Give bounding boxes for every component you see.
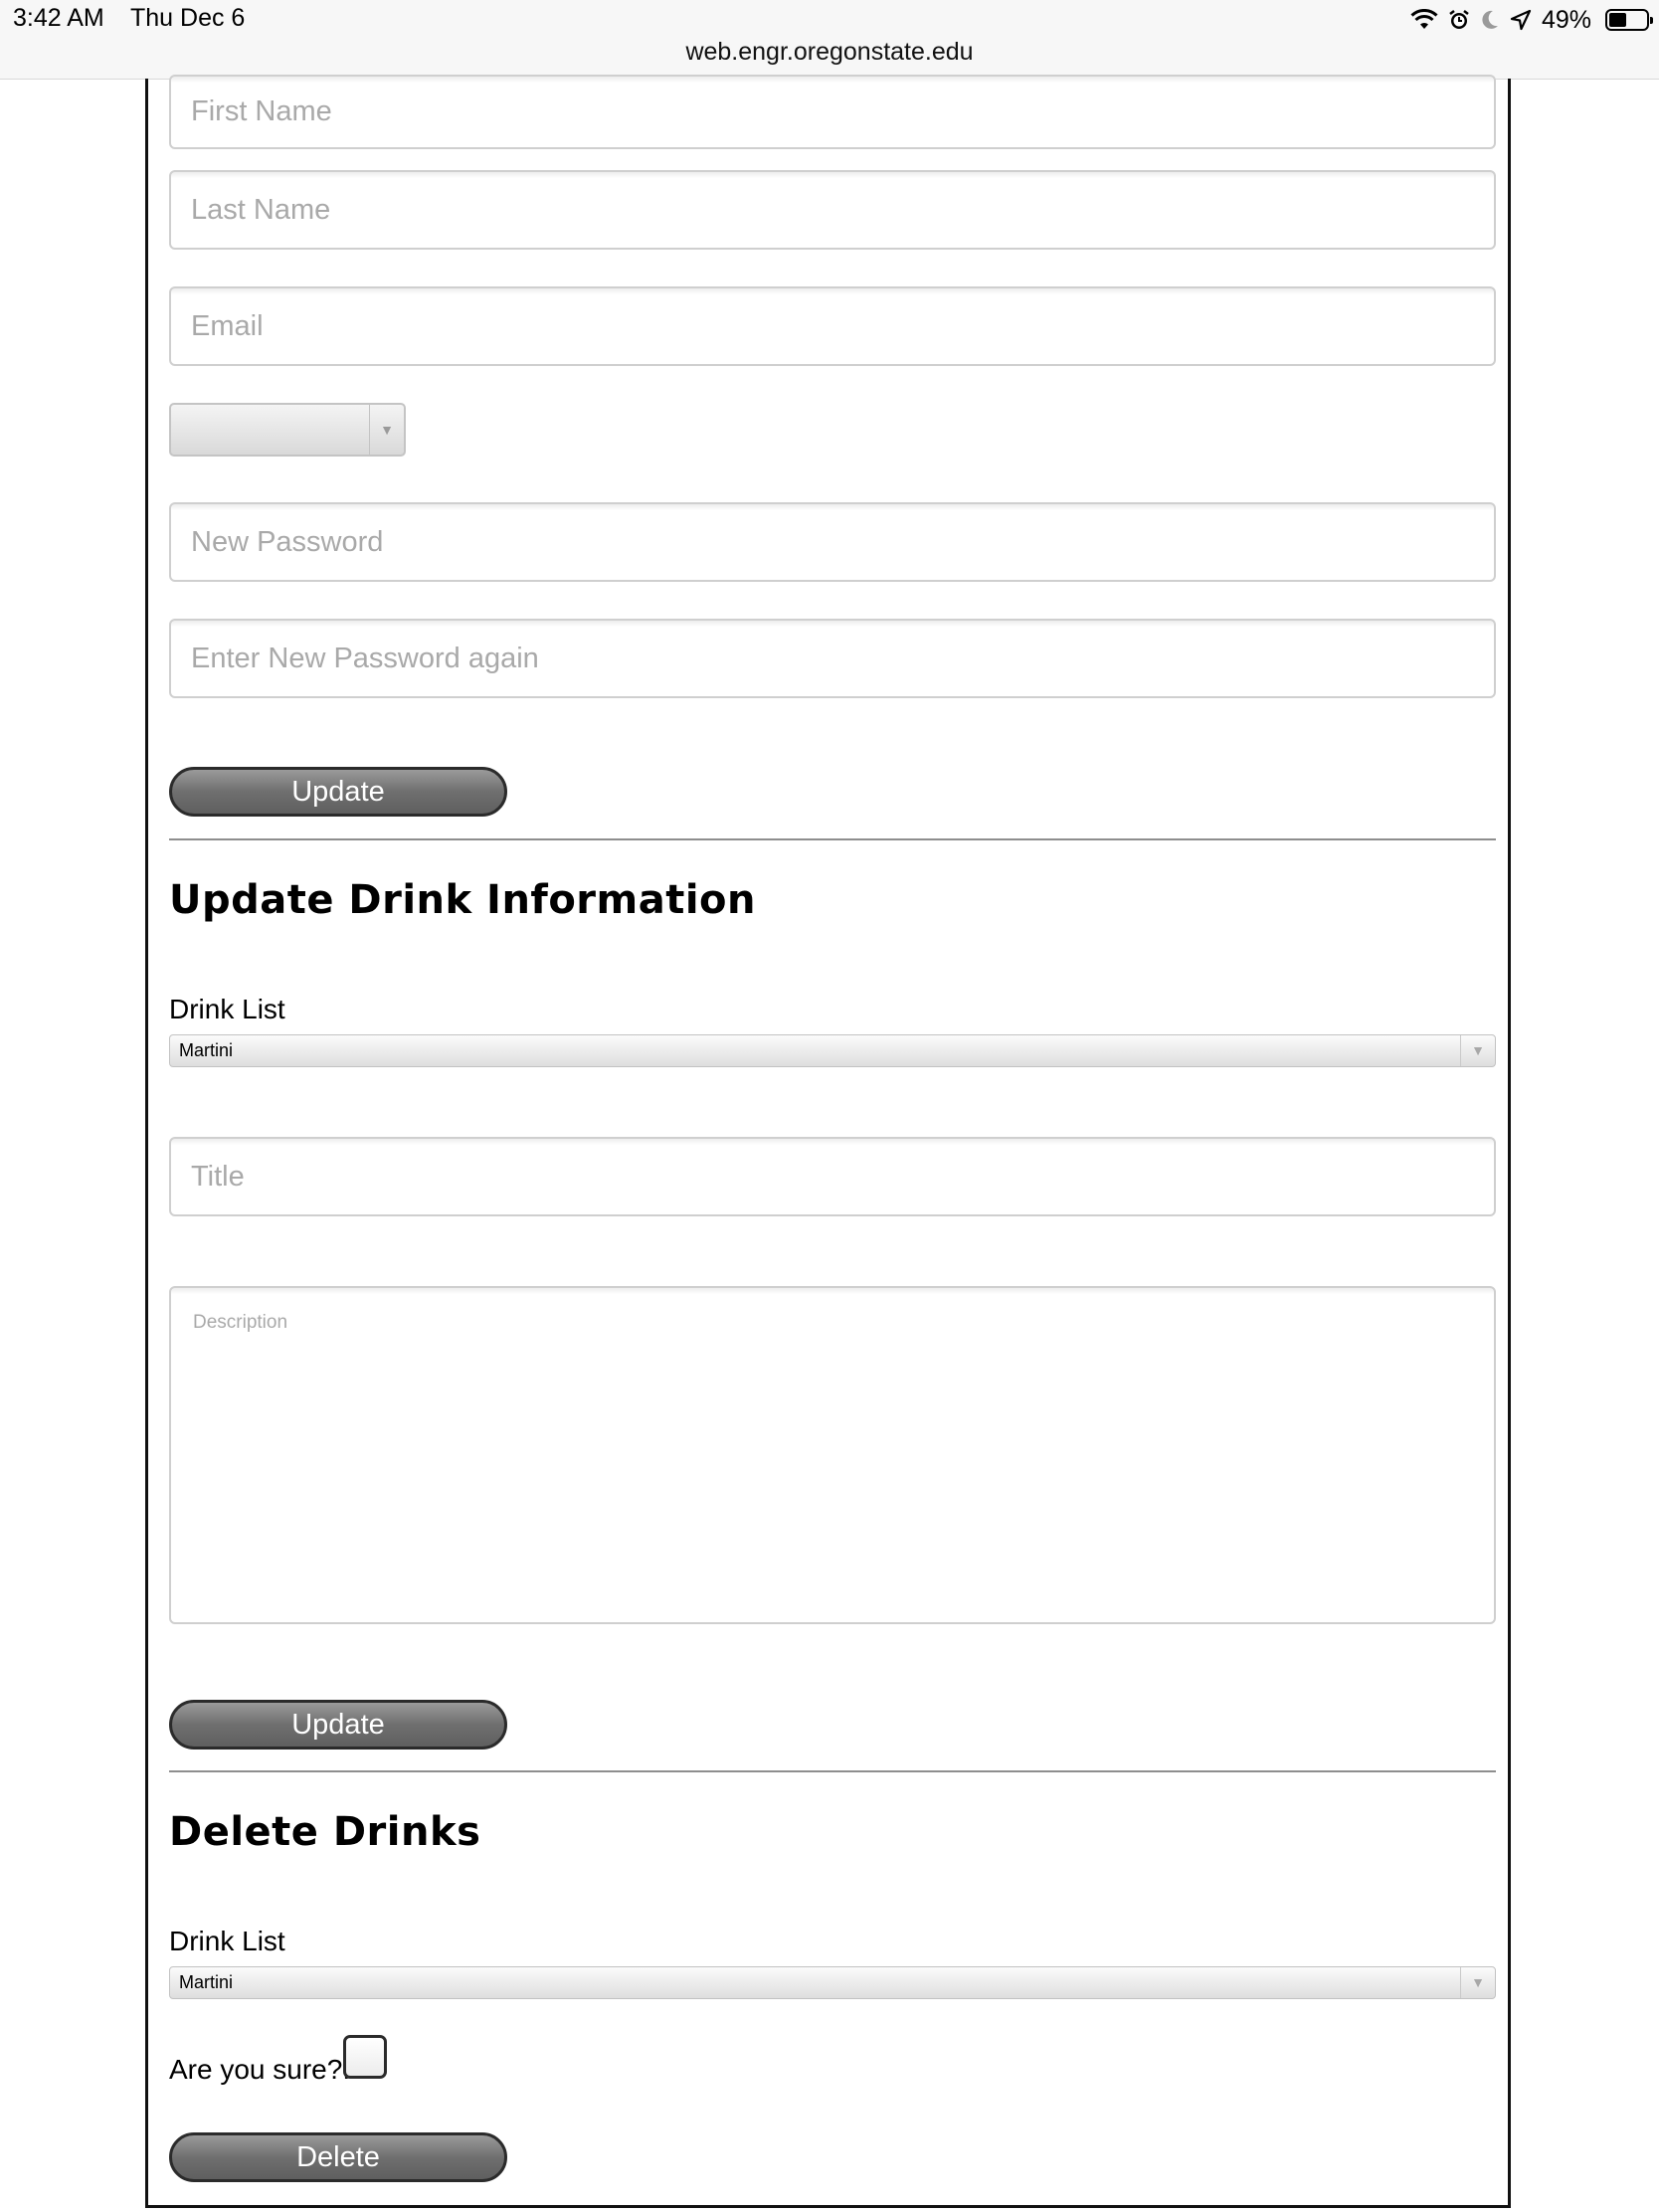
delete-drinks-heading: Delete Drinks <box>169 1809 481 1855</box>
status-indicators: 49% <box>1410 4 1653 36</box>
address-url[interactable]: web.engr.oregonstate.edu <box>0 38 1659 67</box>
delete-drink-button[interactable]: Delete <box>169 2132 507 2182</box>
wifi-icon <box>1410 9 1438 31</box>
page-content: ▼ Update Update Drink Information Drink … <box>145 75 1511 2208</box>
new-password-field[interactable] <box>169 502 1496 582</box>
update-drink-button[interactable]: Update <box>169 1700 507 1750</box>
chevron-down-icon: ▼ <box>1460 1967 1495 1998</box>
confirm-delete-checkbox[interactable] <box>343 2035 387 2079</box>
email-field[interactable] <box>169 286 1496 366</box>
moon-icon <box>1480 9 1500 31</box>
battery-percent: 49% <box>1541 5 1591 34</box>
drink-list-label: Drink List <box>169 994 285 1024</box>
update-drink-selected-value: Martini <box>179 1040 234 1060</box>
first-name-field[interactable] <box>169 75 1496 149</box>
delete-drink-selected-value: Martini <box>179 1972 234 1992</box>
update-drink-select[interactable]: Martini ▼ <box>169 1034 1496 1067</box>
status-time: 3:42 AM <box>13 4 104 32</box>
update-account-button[interactable]: Update <box>169 767 507 817</box>
battery-icon <box>1605 9 1653 31</box>
chevron-down-icon: ▼ <box>369 405 404 455</box>
status-date: Thu Dec 6 <box>130 4 246 32</box>
confirm-delete-label: Are you sure?: <box>169 2054 351 2085</box>
update-drink-heading: Update Drink Information <box>169 877 756 923</box>
drink-title-field[interactable] <box>169 1137 1496 1216</box>
last-name-field[interactable] <box>169 170 1496 250</box>
confirm-password-field[interactable] <box>169 619 1496 698</box>
alarm-icon <box>1448 9 1470 31</box>
chevron-down-icon: ▼ <box>1460 1035 1495 1066</box>
section-divider <box>169 838 1496 840</box>
location-arrow-icon <box>1510 9 1532 31</box>
section-divider <box>169 1770 1496 1772</box>
account-select[interactable]: ▼ <box>169 403 406 457</box>
drink-description-field[interactable] <box>169 1286 1496 1624</box>
drink-list-label: Drink List <box>169 1926 285 1956</box>
status-bar: 3:42 AM Thu Dec 6 49% web.engr.oregonsta… <box>0 0 1659 80</box>
delete-drink-select[interactable]: Martini ▼ <box>169 1966 1496 1999</box>
